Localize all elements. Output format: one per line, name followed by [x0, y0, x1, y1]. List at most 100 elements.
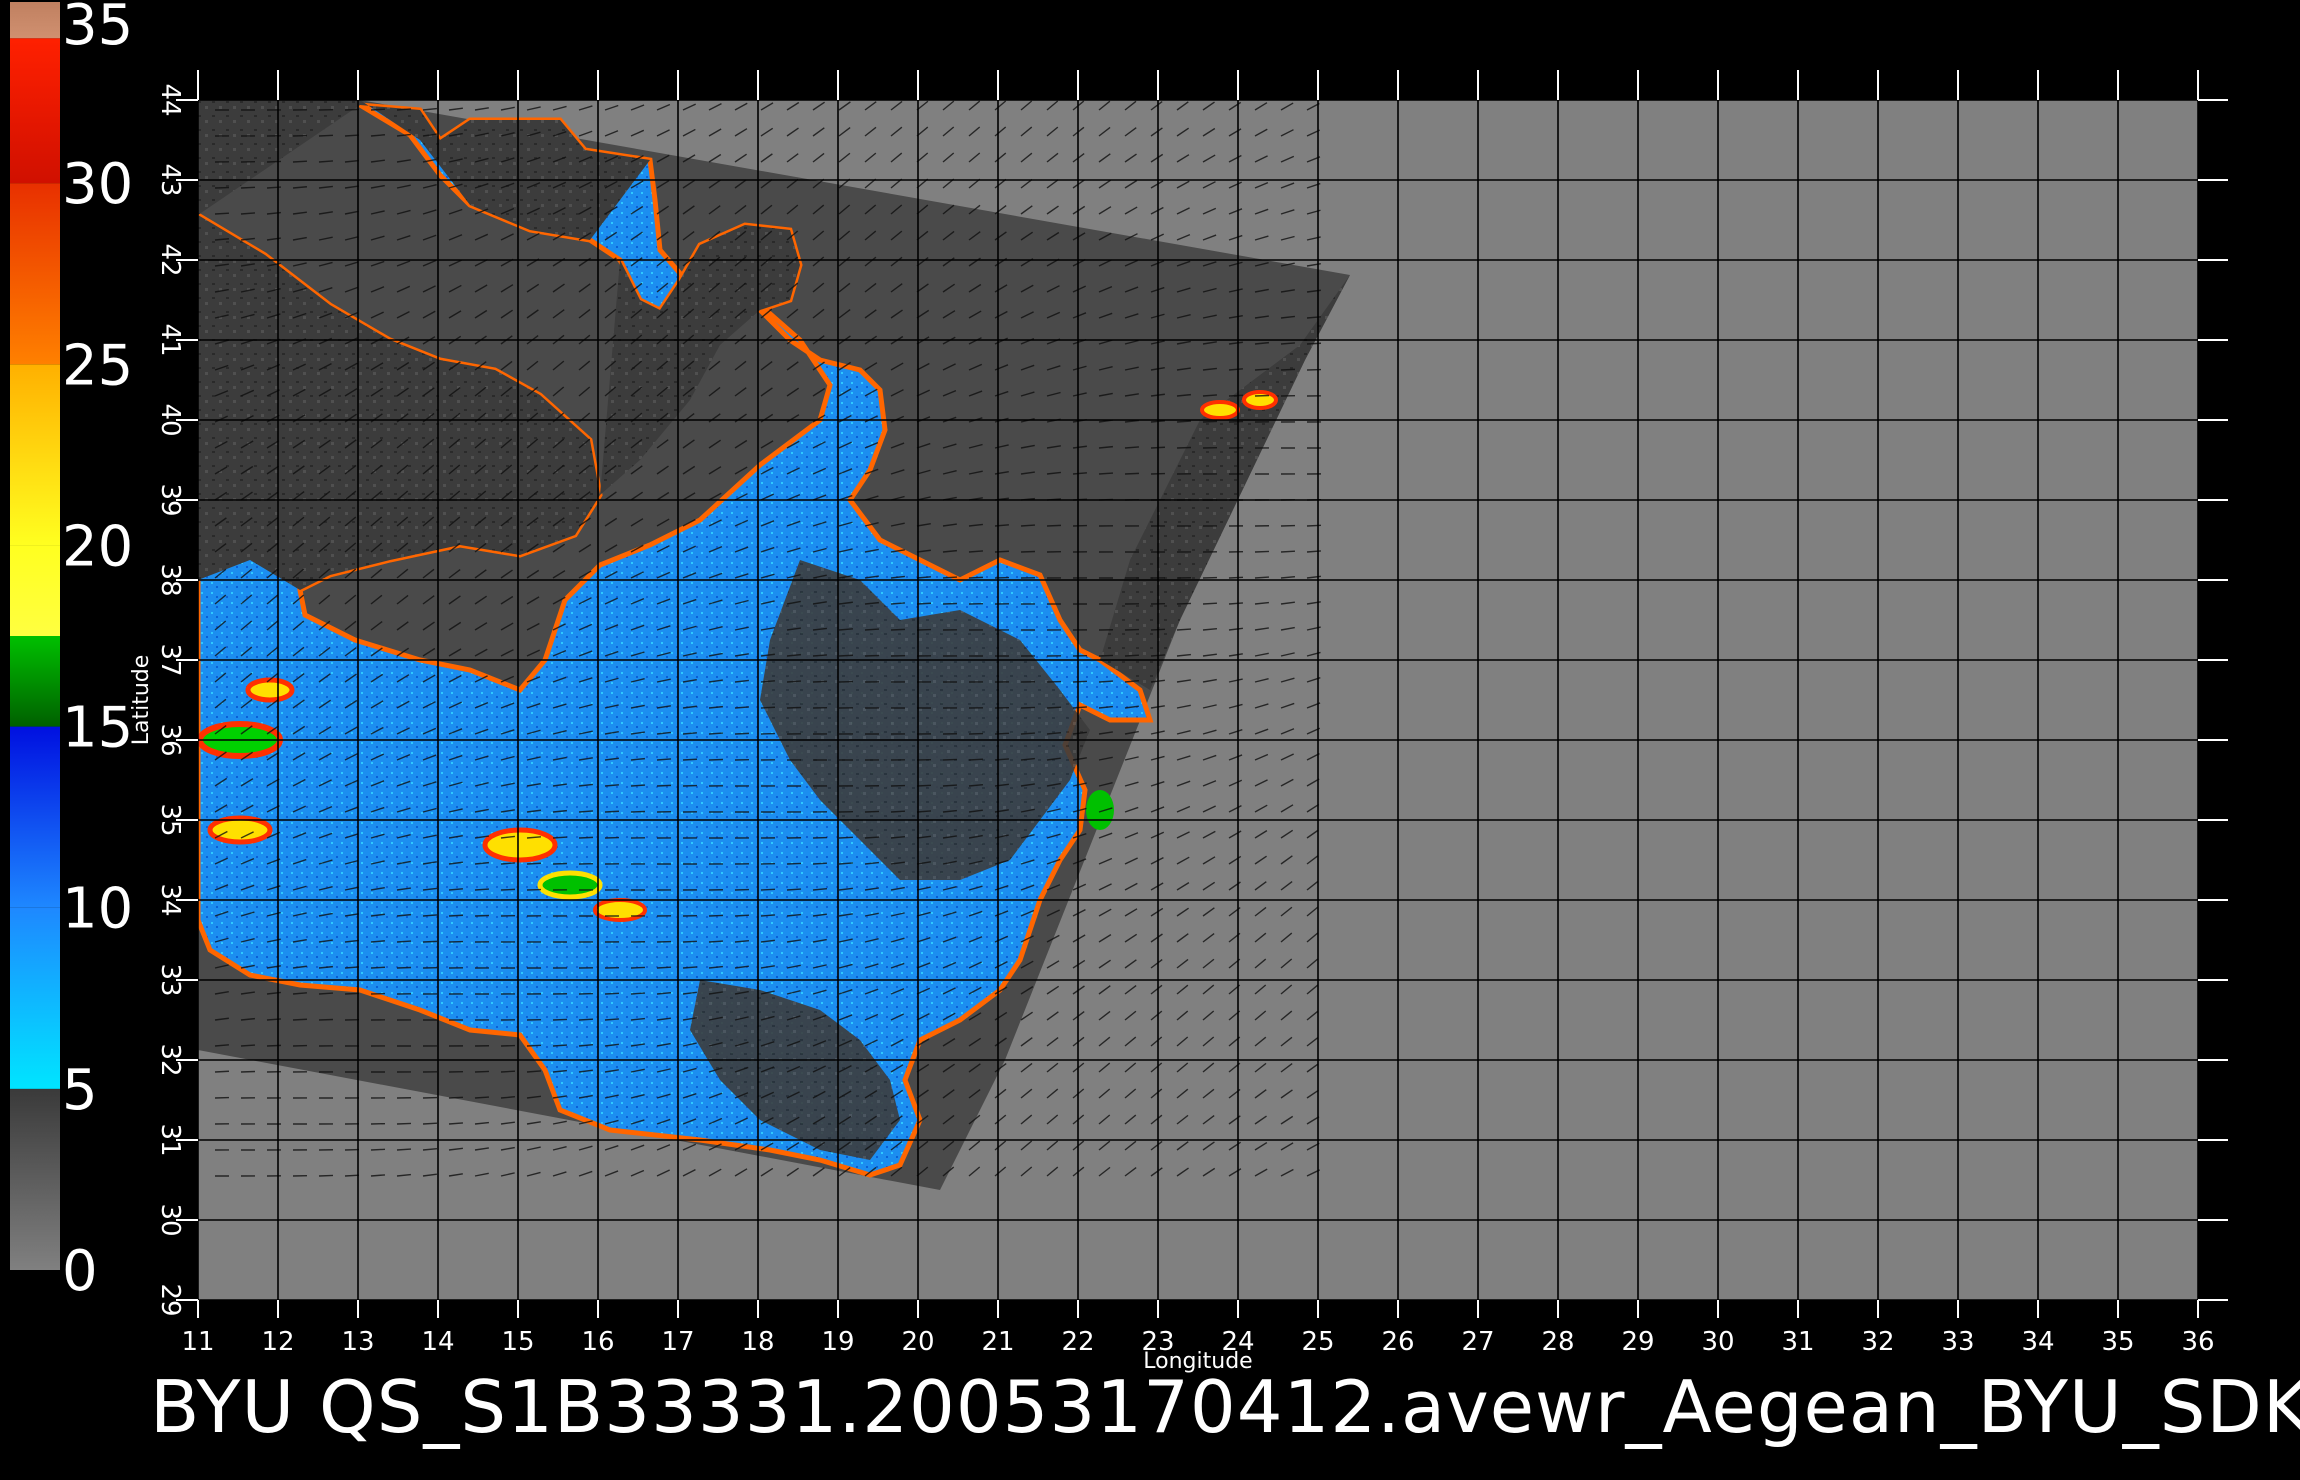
wind-vector	[214, 212, 230, 215]
wind-vector	[968, 576, 984, 579]
colorbar-segment	[10, 38, 60, 184]
wind-vector	[318, 134, 334, 137]
wind-vector	[448, 1096, 464, 1099]
colorbar-segment	[10, 545, 60, 636]
wind-vector	[266, 1044, 282, 1047]
lat-tick-label: 38	[155, 563, 185, 596]
wind-vector	[396, 1148, 412, 1151]
lat-tick-label: 44	[155, 83, 185, 116]
wind-vector	[942, 576, 958, 579]
wind-vector	[474, 1096, 490, 1099]
wind-vector	[344, 992, 360, 995]
wind-vector	[292, 1018, 308, 1021]
wind-vector	[1228, 576, 1244, 579]
wind-vector	[1046, 706, 1062, 709]
wind-vector	[838, 836, 854, 839]
colorbar-label: 5	[62, 1058, 98, 1123]
wind-vector	[396, 966, 412, 969]
wind-vector	[682, 758, 698, 761]
colorbar-segment	[10, 2, 60, 39]
wind-vector	[1254, 550, 1270, 553]
wind-vector	[890, 810, 906, 813]
wind-vector	[344, 134, 360, 137]
wind-vector	[916, 602, 932, 605]
wind-vector	[708, 940, 724, 943]
lon-tick-label: 29	[1621, 1327, 1654, 1357]
wind-vector	[578, 1018, 594, 1021]
wind-vector	[370, 966, 386, 969]
wind-vector	[370, 108, 386, 111]
wind-vector	[1124, 654, 1140, 657]
wind-vector	[604, 810, 620, 813]
wind-vector	[786, 888, 802, 891]
wind-vector	[1202, 420, 1218, 423]
wind-vector	[552, 1044, 568, 1047]
colorbar-label: 30	[62, 152, 133, 217]
lat-tick-label: 37	[155, 643, 185, 676]
wind-vector	[942, 784, 958, 787]
colorbar-segment	[10, 183, 60, 365]
wind-vector	[630, 784, 646, 787]
wind-vector	[552, 836, 568, 839]
wind-vector	[318, 1018, 334, 1021]
wind-vector	[1306, 342, 1322, 345]
wind-vector	[396, 940, 412, 943]
wind-vector	[864, 628, 880, 631]
wind-vector	[1280, 368, 1296, 371]
lon-tick-label: 15	[501, 1327, 534, 1357]
wind-vector	[240, 186, 256, 189]
wind-vector	[396, 1122, 412, 1125]
lat-tick-label: 31	[155, 1123, 185, 1156]
wind-vector	[916, 784, 932, 787]
lat-tick-label: 40	[155, 403, 185, 436]
wind-vector	[266, 186, 282, 189]
lon-tick-label: 36	[2181, 1327, 2214, 1357]
wind-vector	[942, 758, 958, 761]
wind-vector	[422, 940, 438, 943]
lat-tick-label: 32	[155, 1043, 185, 1076]
wind-vector	[864, 810, 880, 813]
lon-tick-label: 31	[1781, 1327, 1814, 1357]
colorbar-labels: 0 5 10 15 20 25 30 35	[62, 0, 133, 1304]
lon-tick-label: 22	[1061, 1327, 1094, 1357]
wind-vector	[864, 836, 880, 839]
wind-vector	[656, 784, 672, 787]
wind-vector	[760, 706, 776, 709]
wind-vector	[1020, 524, 1036, 527]
lat-tick-label: 30	[155, 1203, 185, 1236]
wind-vector	[708, 758, 724, 761]
lon-tick-label: 17	[661, 1327, 694, 1357]
wind-vector	[604, 992, 620, 995]
lon-tick-label: 11	[181, 1327, 214, 1357]
colorbar-label: 10	[62, 877, 133, 942]
lon-tick-label: 34	[2021, 1327, 2054, 1357]
wind-vector	[1098, 472, 1114, 475]
wind-vector	[630, 810, 646, 813]
lat-tick-label: 41	[155, 323, 185, 356]
lat-tick-label: 42	[155, 243, 185, 276]
wind-vector	[318, 1174, 334, 1177]
wind-vector	[1228, 394, 1244, 397]
wind-vector	[890, 628, 906, 631]
wind-vector	[552, 862, 568, 865]
wind-vector	[786, 680, 802, 683]
wind-vector	[630, 992, 646, 995]
colorbar-label: 20	[62, 514, 133, 579]
colorbar-label: 0	[62, 1239, 98, 1304]
wind-vector	[1254, 394, 1270, 397]
wind-vector	[1176, 628, 1192, 631]
wind-vector	[1254, 368, 1270, 371]
lon-tick-label: 21	[981, 1327, 1014, 1357]
wind-vector	[578, 836, 594, 839]
wind-vector	[526, 1044, 542, 1047]
wind-vector	[500, 888, 516, 891]
wind-vector	[240, 1044, 256, 1047]
colorbar-label: 15	[62, 696, 133, 761]
lat-tick-label: 36	[155, 723, 185, 756]
lat-tick-label: 43	[155, 163, 185, 196]
wind-vector	[552, 1018, 568, 1021]
colorbar-segment	[10, 726, 60, 908]
wind-vector	[344, 1174, 360, 1177]
wind-vector	[500, 1070, 516, 1073]
wind-vector	[1176, 446, 1192, 449]
